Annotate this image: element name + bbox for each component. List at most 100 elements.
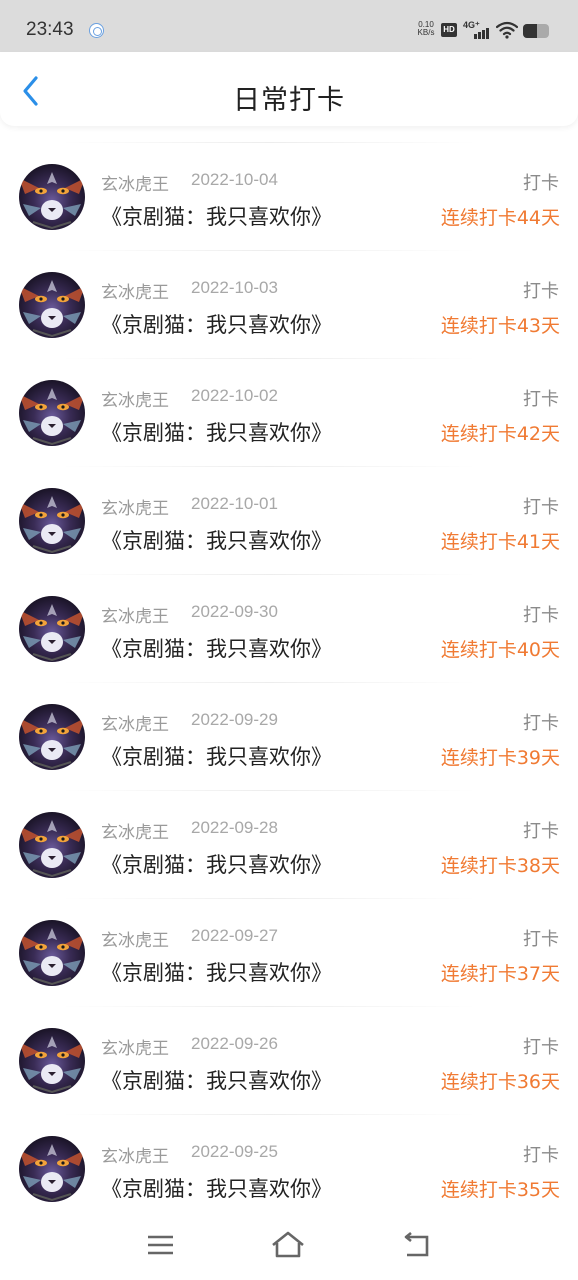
record-date: 2022-09-26 — [191, 1034, 278, 1053]
streak-count: 连续打卡44天 — [440, 207, 560, 229]
record-title: 《京剧猫：我只喜欢你》 — [101, 961, 332, 985]
record-date: 2022-09-27 — [191, 926, 278, 945]
divider — [60, 142, 478, 143]
record-date: 2022-09-30 — [191, 602, 278, 621]
record-title: 《京剧猫：我只喜欢你》 — [101, 1177, 332, 1201]
avatar[interactable] — [19, 1136, 85, 1202]
user-name: 玄冰虎王 — [101, 283, 169, 303]
divider — [60, 574, 478, 575]
streak-count: 连续打卡38天 — [440, 855, 560, 877]
user-name: 玄冰虎王 — [101, 607, 169, 627]
home-icon — [272, 1231, 304, 1258]
status-bar: 23:43 0.10 KB/s HD 4G⁺ — [0, 0, 578, 52]
checkin-record[interactable]: 玄冰虎王 2022-09-30 打卡 《京剧猫：我只喜欢你》 连续打卡40天 — [0, 574, 578, 682]
divider — [60, 250, 478, 251]
record-date: 2022-09-25 — [191, 1142, 278, 1161]
record-type: 打卡 — [523, 605, 559, 626]
record-title: 《京剧猫：我只喜欢你》 — [101, 1069, 332, 1093]
checkin-record[interactable]: 玄冰虎王 2022-09-25 打卡 《京剧猫：我只喜欢你》 连续打卡35天 — [0, 1114, 578, 1222]
record-type: 打卡 — [523, 821, 559, 842]
avatar[interactable] — [19, 920, 85, 986]
record-title: 《京剧猫：我只喜欢你》 — [101, 421, 332, 445]
avatar[interactable] — [19, 812, 85, 878]
record-date: 2022-09-29 — [191, 710, 278, 729]
app-notification-icon — [89, 23, 104, 38]
user-name: 玄冰虎王 — [101, 715, 169, 735]
system-back-button[interactable] — [397, 1228, 437, 1264]
avatar[interactable] — [19, 488, 85, 554]
record-type: 打卡 — [523, 929, 559, 950]
record-type: 打卡 — [523, 173, 559, 194]
avatar[interactable] — [19, 272, 85, 338]
record-title: 《京剧猫：我只喜欢你》 — [101, 853, 332, 877]
wifi-icon — [496, 21, 518, 39]
avatar[interactable] — [19, 704, 85, 770]
record-date: 2022-09-28 — [191, 818, 278, 837]
streak-count: 连续打卡35天 — [440, 1179, 560, 1201]
record-date: 2022-10-03 — [191, 278, 278, 297]
back-icon — [404, 1231, 429, 1257]
checkin-record[interactable]: 玄冰虎王 2022-09-28 打卡 《京剧猫：我只喜欢你》 连续打卡38天 — [0, 790, 578, 898]
avatar[interactable] — [19, 380, 85, 446]
divider — [60, 358, 478, 359]
battery-icon — [523, 24, 549, 38]
record-title: 《京剧猫：我只喜欢你》 — [101, 637, 332, 661]
record-title: 《京剧猫：我只喜欢你》 — [101, 529, 332, 553]
streak-count: 连续打卡37天 — [440, 963, 560, 985]
streak-count: 连续打卡40天 — [440, 639, 560, 661]
record-title: 《京剧猫：我只喜欢你》 — [101, 205, 332, 229]
navigation-bar — [0, 1214, 578, 1280]
checkin-list: 玄冰虎王 2022-10-04 打卡 《京剧猫：我只喜欢你》 连续打卡44天 玄… — [0, 142, 578, 1222]
page-header: 日常打卡 — [0, 52, 578, 126]
checkin-record[interactable]: 玄冰虎王 2022-09-27 打卡 《京剧猫：我只喜欢你》 连续打卡37天 — [0, 898, 578, 1006]
menu-button[interactable] — [141, 1228, 181, 1264]
record-type: 打卡 — [523, 497, 559, 518]
user-name: 玄冰虎王 — [101, 391, 169, 411]
signal-icon: 4G⁺ — [463, 20, 491, 39]
hd-badge: HD — [441, 23, 457, 37]
user-name: 玄冰虎王 — [101, 823, 169, 843]
streak-count: 连续打卡41天 — [440, 531, 560, 553]
record-type: 打卡 — [523, 1145, 559, 1166]
divider — [60, 466, 478, 467]
divider — [60, 1114, 478, 1115]
avatar[interactable] — [19, 1028, 85, 1094]
record-type: 打卡 — [523, 389, 559, 410]
record-type: 打卡 — [523, 1037, 559, 1058]
streak-count: 连续打卡39天 — [440, 747, 560, 769]
user-name: 玄冰虎王 — [101, 175, 169, 195]
divider — [60, 1006, 478, 1007]
divider — [60, 682, 478, 683]
record-title: 《京剧猫：我只喜欢你》 — [101, 745, 332, 769]
checkin-record[interactable]: 玄冰虎王 2022-10-01 打卡 《京剧猫：我只喜欢你》 连续打卡41天 — [0, 466, 578, 574]
checkin-record[interactable]: 玄冰虎王 2022-10-03 打卡 《京剧猫：我只喜欢你》 连续打卡43天 — [0, 250, 578, 358]
checkin-record[interactable]: 玄冰虎王 2022-09-29 打卡 《京剧猫：我只喜欢你》 连续打卡39天 — [0, 682, 578, 790]
page-title: 日常打卡 — [233, 85, 345, 116]
record-date: 2022-10-02 — [191, 386, 278, 405]
network-speed-unit: KB/s — [417, 28, 435, 37]
status-time: 23:43 — [26, 19, 74, 40]
checkin-record[interactable]: 玄冰虎王 2022-10-04 打卡 《京剧猫：我只喜欢你》 连续打卡44天 — [0, 142, 578, 250]
checkin-record[interactable]: 玄冰虎王 2022-09-26 打卡 《京剧猫：我只喜欢你》 连续打卡36天 — [0, 1006, 578, 1114]
avatar[interactable] — [19, 596, 85, 662]
menu-icon — [148, 1235, 173, 1255]
streak-count: 连续打卡36天 — [440, 1071, 560, 1093]
checkin-record[interactable]: 玄冰虎王 2022-10-02 打卡 《京剧猫：我只喜欢你》 连续打卡42天 — [0, 358, 578, 466]
network-speed: 0.10 KB/s — [414, 21, 438, 37]
user-name: 玄冰虎王 — [101, 1147, 169, 1167]
divider — [60, 790, 478, 791]
user-name: 玄冰虎王 — [101, 931, 169, 951]
record-date: 2022-10-04 — [191, 170, 278, 189]
battery-level — [523, 24, 538, 38]
avatar[interactable] — [19, 164, 85, 230]
divider — [60, 898, 478, 899]
network-type: 4G⁺ — [463, 20, 480, 30]
home-button[interactable] — [268, 1228, 308, 1264]
user-name: 玄冰虎王 — [101, 1039, 169, 1059]
streak-count: 连续打卡43天 — [440, 315, 560, 337]
user-name: 玄冰虎王 — [101, 499, 169, 519]
streak-count: 连续打卡42天 — [440, 423, 560, 445]
record-title: 《京剧猫：我只喜欢你》 — [101, 313, 332, 337]
record-type: 打卡 — [523, 281, 559, 302]
record-type: 打卡 — [523, 713, 559, 734]
